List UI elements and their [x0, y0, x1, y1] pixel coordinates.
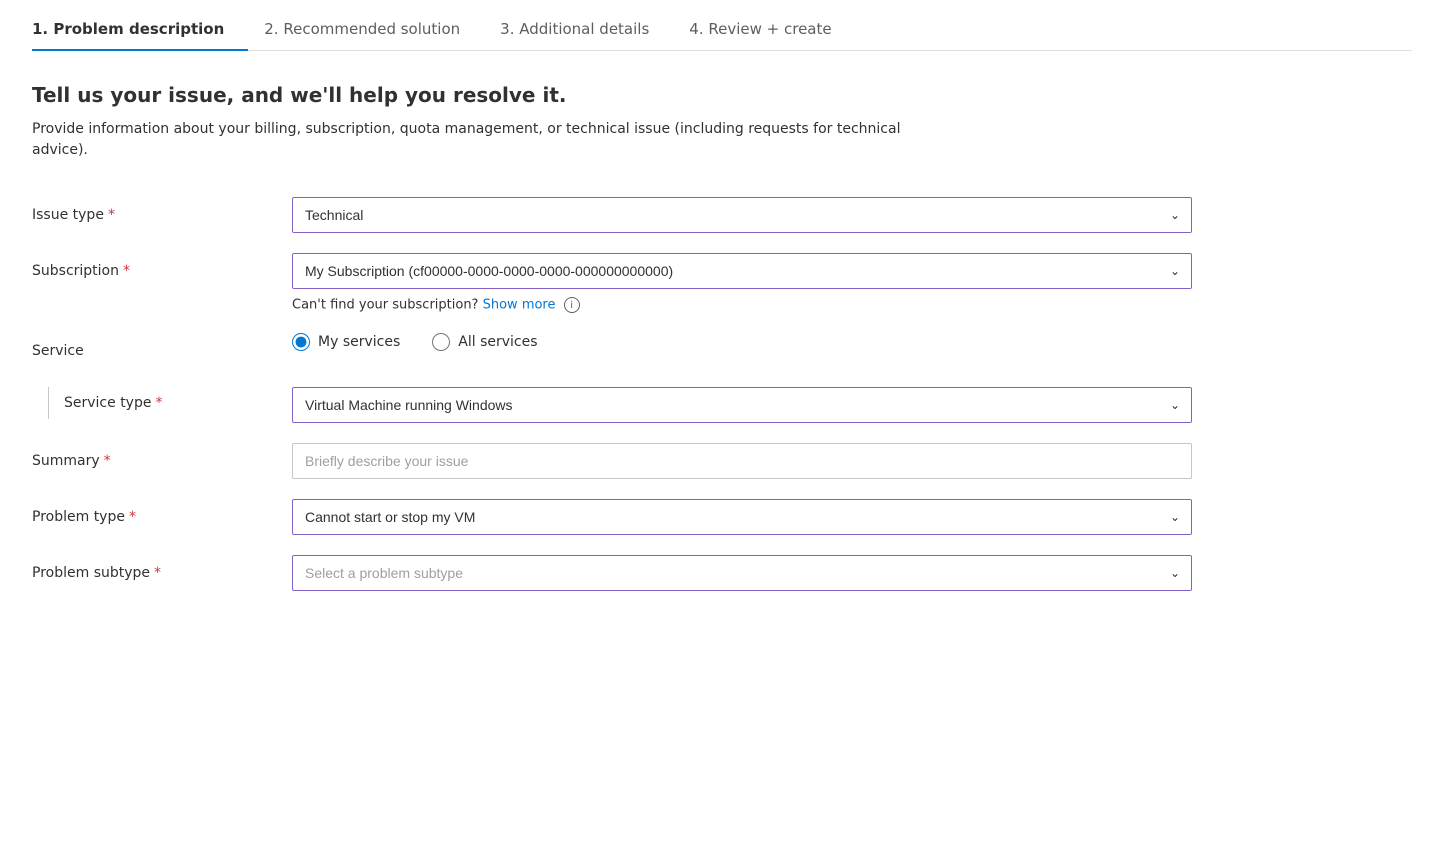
subscription-select-wrapper: My Subscription (cf00000-0000-0000-0000-… — [292, 253, 1192, 289]
subscription-info-icon[interactable]: i — [564, 297, 580, 313]
problem-subtype-row: Problem subtype* Select a problem subtyp… — [32, 555, 1412, 591]
summary-required: * — [104, 453, 111, 469]
service-my-services-label: My services — [318, 334, 400, 350]
page-title: Tell us your issue, and we'll help you r… — [32, 83, 1412, 107]
issue-type-required: * — [108, 207, 115, 223]
summary-control — [292, 443, 1192, 479]
service-type-select[interactable]: Virtual Machine running Windows Virtual … — [292, 387, 1192, 423]
main-content: Tell us your issue, and we'll help you r… — [32, 83, 1412, 651]
issue-type-select-wrapper: Technical Billing Subscription managemen… — [292, 197, 1192, 233]
page-description: Provide information about your billing, … — [32, 119, 932, 161]
subscription-required: * — [123, 263, 130, 279]
page-container: 1. Problem description 2. Recommended so… — [0, 0, 1444, 651]
service-row: Service My services All services — [32, 333, 1412, 367]
tab-recommended-solution[interactable]: 2. Recommended solution — [264, 8, 484, 50]
service-my-services-radio[interactable] — [292, 333, 310, 351]
issue-type-label: Issue type* — [32, 197, 292, 223]
subscription-row: Subscription* My Subscription (cf00000-0… — [32, 253, 1412, 313]
problem-type-required: * — [129, 509, 136, 525]
show-more-link[interactable]: Show more — [483, 298, 556, 313]
summary-input[interactable] — [292, 443, 1192, 479]
tab-additional-details[interactable]: 3. Additional details — [500, 8, 673, 50]
issue-type-control: Technical Billing Subscription managemen… — [292, 197, 1192, 233]
subscription-select[interactable]: My Subscription (cf00000-0000-0000-0000-… — [292, 253, 1192, 289]
problem-type-row: Problem type* Cannot start or stop my VM… — [32, 499, 1412, 535]
service-type-label: Service type — [64, 395, 151, 411]
problem-type-label: Problem type* — [32, 499, 292, 525]
subscription-control: My Subscription (cf00000-0000-0000-0000-… — [292, 253, 1192, 313]
problem-type-control: Cannot start or stop my VM Cannot connec… — [292, 499, 1192, 535]
problem-subtype-label: Problem subtype* — [32, 555, 292, 581]
service-type-row: Service type* Virtual Machine running Wi… — [32, 387, 1412, 423]
problem-subtype-control: Select a problem subtype ⌄ — [292, 555, 1192, 591]
service-type-select-wrapper: Virtual Machine running Windows Virtual … — [292, 387, 1192, 423]
service-label: Service — [32, 333, 292, 359]
subscription-helper-text: Can't find your subscription? — [292, 298, 478, 313]
service-all-services-option[interactable]: All services — [432, 333, 537, 351]
service-all-services-label: All services — [458, 334, 537, 350]
service-control: My services All services — [292, 333, 1192, 367]
service-radio-group: My services All services — [292, 333, 1192, 351]
summary-row: Summary* — [32, 443, 1412, 479]
problem-subtype-required: * — [154, 565, 161, 581]
summary-label: Summary* — [32, 443, 292, 469]
service-all-services-radio[interactable] — [432, 333, 450, 351]
subscription-helper: Can't find your subscription? Show more … — [292, 297, 1192, 313]
problem-type-select-wrapper: Cannot start or stop my VM Cannot connec… — [292, 499, 1192, 535]
subscription-label: Subscription* — [32, 253, 292, 279]
service-my-services-option[interactable]: My services — [292, 333, 400, 351]
service-type-control: Virtual Machine running Windows Virtual … — [292, 387, 1192, 423]
issue-type-row: Issue type* Technical Billing Subscripti… — [32, 197, 1412, 233]
form-section: Issue type* Technical Billing Subscripti… — [32, 197, 1412, 611]
problem-subtype-select-wrapper: Select a problem subtype ⌄ — [292, 555, 1192, 591]
problem-subtype-select[interactable]: Select a problem subtype — [292, 555, 1192, 591]
tab-review-create[interactable]: 4. Review + create — [689, 8, 855, 50]
issue-type-select[interactable]: Technical Billing Subscription managemen… — [292, 197, 1192, 233]
service-type-required: * — [155, 395, 162, 411]
problem-type-select[interactable]: Cannot start or stop my VM Cannot connec… — [292, 499, 1192, 535]
service-type-label-col: Service type* — [32, 387, 292, 419]
tab-problem-description[interactable]: 1. Problem description — [32, 8, 248, 50]
wizard-tabs: 1. Problem description 2. Recommended so… — [32, 0, 1412, 51]
